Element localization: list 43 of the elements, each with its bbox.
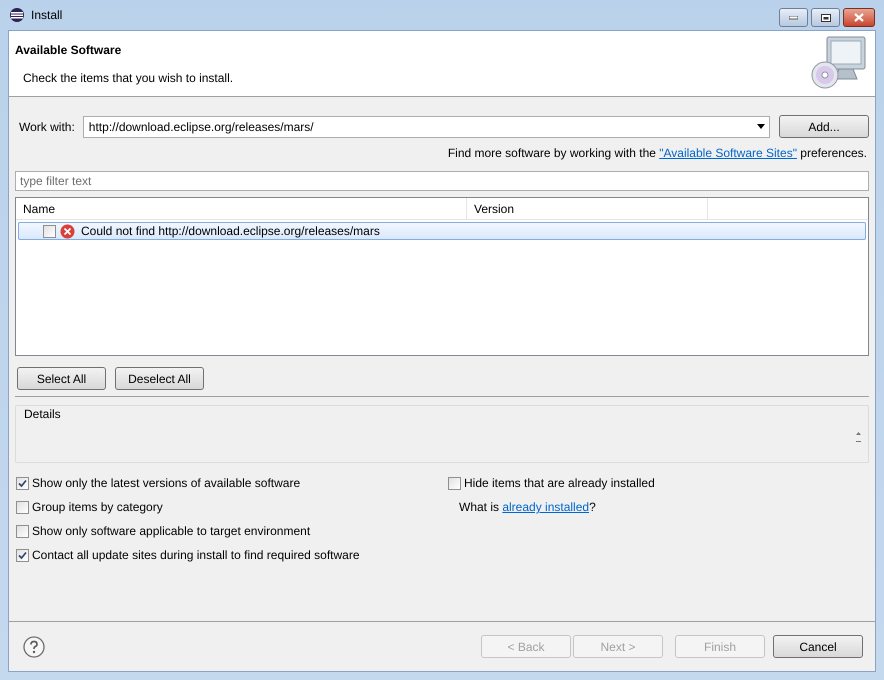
page-description: Check the items that you wish to install. <box>22 70 234 87</box>
option-label: Contact all update sites during install to find required software <box>32 547 360 564</box>
minimize-icon <box>789 16 798 20</box>
minimize-button[interactable] <box>779 8 808 27</box>
select-all-button[interactable]: Select All <box>17 367 106 390</box>
checkbox[interactable] <box>16 548 29 562</box>
work-with-label: Work with: <box>19 118 75 136</box>
checkbox[interactable] <box>16 524 29 538</box>
close-icon <box>854 13 864 22</box>
checkbox[interactable] <box>16 476 29 490</box>
deselect-all-button[interactable]: Deselect All <box>115 367 204 390</box>
option-label: Show only software applicable to target environment <box>32 523 310 540</box>
filter-field[interactable]: type filter text <box>15 171 869 191</box>
help-icon[interactable] <box>23 636 45 658</box>
close-button[interactable] <box>843 8 875 27</box>
checkbox[interactable] <box>448 476 461 490</box>
option-label: Show only the latest versions of available software <box>32 475 300 492</box>
page-title: Available Software <box>15 42 122 59</box>
already-installed-link[interactable]: already installed <box>502 498 590 516</box>
already-installed-text: What is already installed? <box>458 497 597 518</box>
scroll-arrows-icon <box>856 431 861 443</box>
dropdown-arrow-icon <box>757 124 765 129</box>
sites-hint-text: Find more software by working with the "Available Software Sites" preferences. <box>448 145 867 162</box>
software-name: Could not find http://download.eclipse.org/releases/mars <box>81 223 380 240</box>
window-title: Install <box>31 7 62 24</box>
checkbox[interactable] <box>16 500 29 514</box>
error-icon <box>60 224 75 238</box>
maximize-button[interactable] <box>811 8 840 27</box>
url-dropdown[interactable]: http://download.eclipse.org/releases/mars/ <box>82 116 770 138</box>
checkbox[interactable] <box>43 224 56 238</box>
checkmark-icon <box>18 478 27 488</box>
option-label: Hide items that are already installed <box>464 475 655 492</box>
column-header[interactable]: Version <box>467 198 708 219</box>
available-software-sites-link[interactable]: "Available Software Sites" <box>659 146 797 160</box>
maximize-icon <box>820 14 830 22</box>
option-label: Group items by category <box>32 499 163 516</box>
wizard-button[interactable]: Cancel <box>773 635 863 658</box>
details-title: Details <box>24 406 61 423</box>
add-button[interactable]: Add... <box>779 115 869 138</box>
column-header[interactable]: Name <box>16 198 467 219</box>
table-row[interactable]: Could not find http://download.eclipse.org/releases/mars <box>18 222 866 240</box>
checkmark-icon <box>18 550 27 560</box>
eclipse-logo-icon <box>9 7 25 23</box>
